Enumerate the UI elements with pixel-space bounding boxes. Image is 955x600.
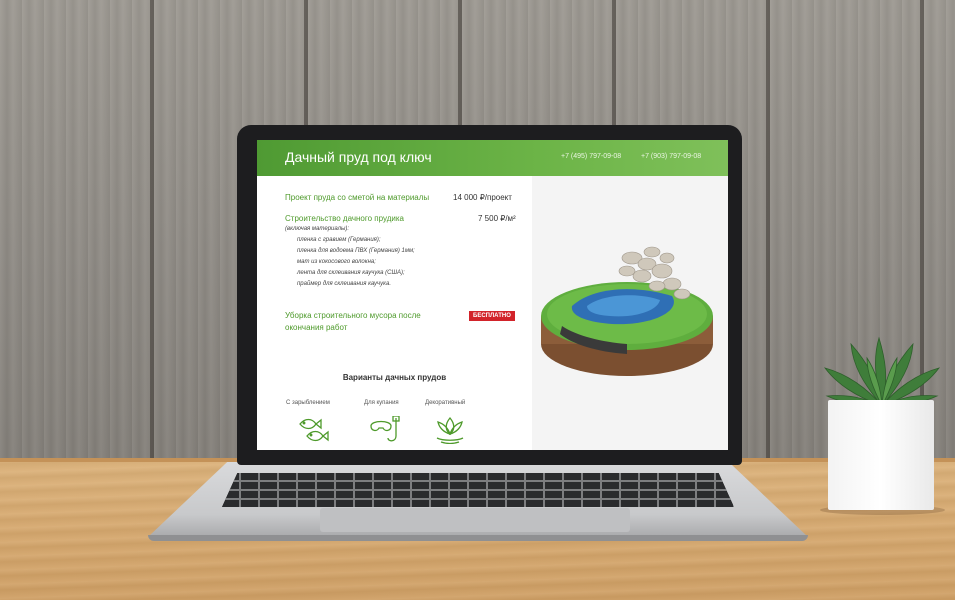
fish-icon (299, 418, 329, 442)
services-panel: Проект пруда со сметой на материалы 14 0… (257, 176, 532, 450)
lotus-icon (436, 416, 464, 444)
material-item: праймер для склеивания каучука. (297, 281, 391, 287)
service-project-price: 14 000 ₽/проект (453, 193, 512, 202)
free-badge: БЕСПЛАТНО (469, 311, 515, 321)
material-item: пленка с гравием (Германия); (297, 237, 381, 243)
material-item: мат из кокосового волокна; (297, 259, 376, 265)
snorkel-icon (370, 416, 400, 442)
phone-link-1[interactable]: +7 (495) 797-09-08 (561, 153, 621, 160)
service-construction-name: Строительство дачного прудика (285, 214, 404, 223)
service-cleanup-name-line2: окончания работ (285, 323, 348, 332)
variant-label-swim: Для купания (364, 400, 399, 406)
material-item: лента для склеивания каучука (США); (297, 270, 405, 276)
page-header: Дачный пруд под ключ +7 (495) 797-09-08 … (257, 140, 728, 176)
variant-label-decor: Декоративный (425, 400, 466, 406)
laptop-trackpad (320, 508, 630, 532)
pond-illustration-panel (532, 176, 728, 450)
laptop-base-edge (148, 535, 808, 541)
materials-note: (включая материалы): (285, 226, 350, 232)
succulent-plant-icon (823, 336, 941, 409)
laptop-screen: Дачный пруд под ключ +7 (495) 797-09-08 … (257, 140, 728, 450)
white-plant-pot (828, 400, 934, 510)
variant-label-fish: С зарыблением (286, 400, 330, 406)
variants-title: Варианты дачных прудов (342, 373, 447, 382)
page-title: Дачный пруд под ключ (285, 149, 432, 165)
service-cleanup-name-line1: Уборка строительного мусора после (285, 311, 421, 320)
service-construction-price: 7 500 ₽/м² (478, 214, 516, 223)
laptop-keyboard (222, 473, 734, 507)
pond-cross-section-illustration (541, 246, 713, 376)
phone-link-2[interactable]: +7 (903) 797-09-08 (641, 153, 701, 160)
service-project-name: Проект пруда со сметой на материалы (285, 193, 430, 202)
material-item: пленка для водоема ПВХ (Германия) 1мм; (297, 248, 415, 254)
